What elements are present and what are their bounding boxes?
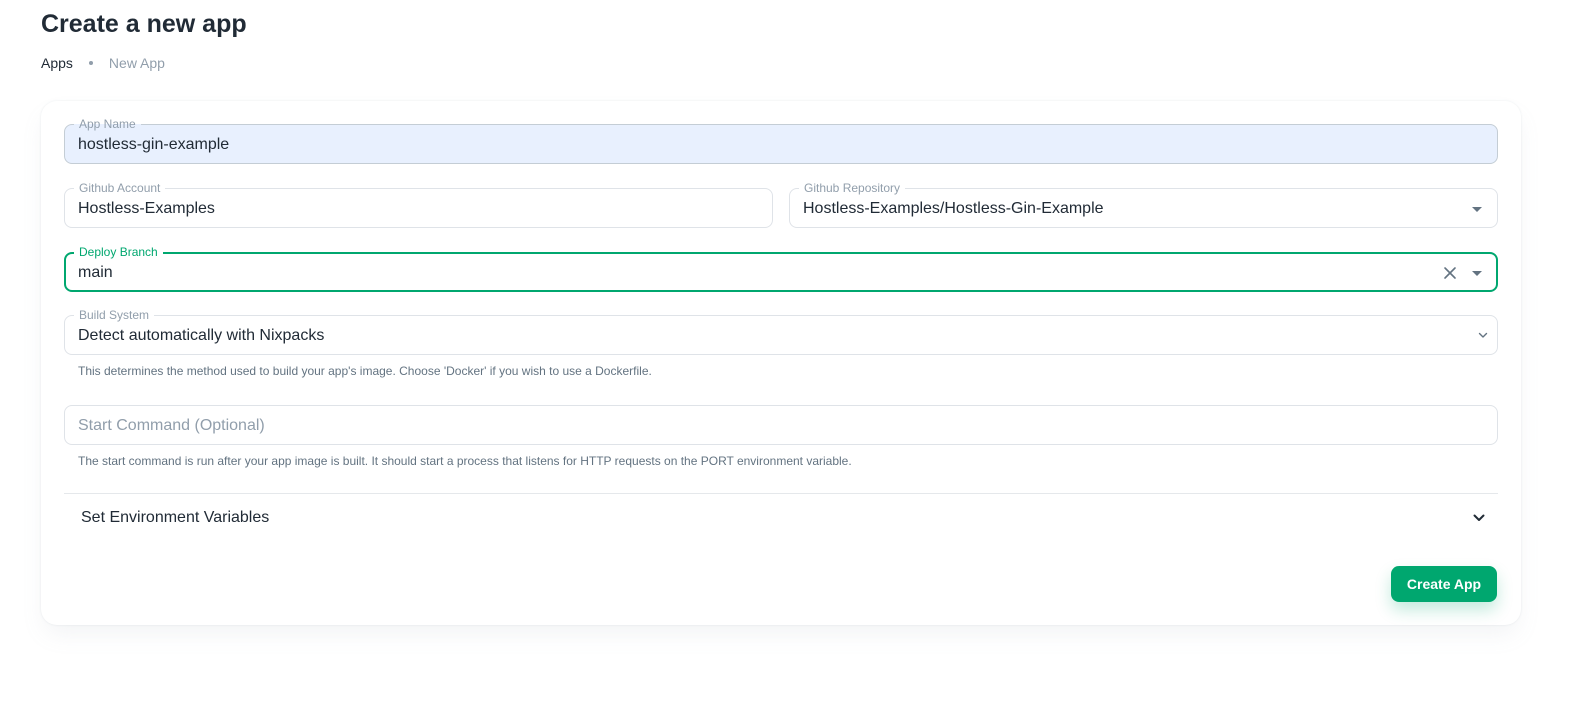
start-command-helper-text: The start command is run after your app … (78, 454, 852, 468)
create-app-form-card: App Name hostless-gin-example Github Acc… (41, 101, 1521, 625)
env-variables-label: Set Environment Variables (81, 509, 270, 526)
create-app-button[interactable]: Create App (1391, 566, 1497, 602)
caret-down-icon[interactable] (1465, 197, 1489, 221)
breadcrumb-apps-link[interactable]: Apps (41, 53, 73, 73)
deploy-branch-label: Deploy Branch (74, 244, 163, 260)
github-repository-value: Hostless-Examples/Hostless-Gin-Example (803, 200, 1104, 217)
deploy-branch-field[interactable]: Deploy Branch main (64, 244, 1498, 292)
github-repository-field[interactable]: Github Repository Hostless-Examples/Host… (789, 180, 1498, 228)
start-command-field[interactable]: Start Command (Optional) (64, 405, 1498, 445)
close-icon[interactable] (1438, 261, 1462, 285)
build-system-helper-text: This determines the method used to build… (78, 364, 652, 378)
github-account-field[interactable]: Github Account Hostless-Examples (64, 180, 773, 228)
github-account-label: Github Account (74, 180, 166, 196)
app-name-value: hostless-gin-example (78, 136, 230, 153)
github-account-value: Hostless-Examples (78, 200, 215, 217)
expand-more-icon[interactable] (1470, 509, 1488, 532)
deploy-branch-value: main (78, 264, 113, 281)
chevron-down-icon[interactable] (1475, 327, 1491, 343)
build-system-select[interactable]: Build System Detect automatically with N… (64, 307, 1498, 355)
start-command-placeholder: Start Command (Optional) (78, 417, 265, 434)
breadcrumb: Apps New App (41, 53, 165, 73)
build-system-value: Detect automatically with Nixpacks (78, 327, 325, 344)
github-repository-label: Github Repository (799, 180, 906, 196)
breadcrumb-current: New App (108, 55, 165, 71)
build-system-label: Build System (74, 307, 155, 323)
caret-down-icon[interactable] (1465, 261, 1489, 285)
app-name-field[interactable]: App Name hostless-gin-example (64, 116, 1498, 164)
breadcrumb-separator (88, 61, 93, 65)
app-name-label: App Name (74, 116, 141, 132)
env-variables-accordion[interactable]: Set Environment Variables (64, 494, 1498, 542)
page-title: Create a new app (41, 10, 247, 38)
